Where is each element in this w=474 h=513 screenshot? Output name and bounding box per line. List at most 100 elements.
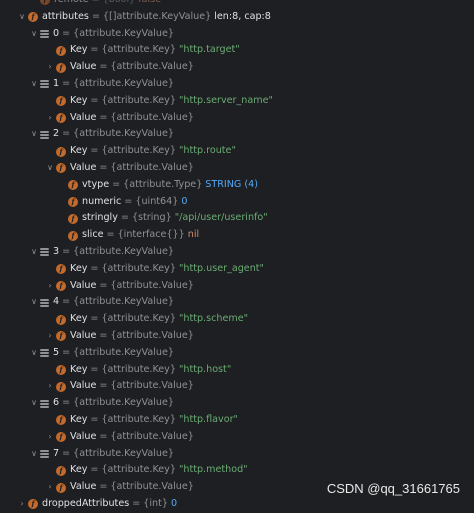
field-icon: f (56, 381, 66, 392)
field-icon: f (40, 0, 50, 6)
tree-row[interactable]: › f Value = {attribute.Value} (0, 110, 474, 127)
equals-sign: = (62, 397, 71, 409)
tree-row[interactable]: › f Value = {attribute.Value} (0, 278, 474, 295)
tree-row[interactable]: ∨ f Value = {attribute.Value} (0, 160, 474, 177)
variable-type: {attribute.Key} (101, 363, 176, 375)
chevron-down-icon[interactable]: ∨ (28, 26, 40, 43)
tree-row[interactable]: › f Value = {attribute.Value} (0, 378, 474, 395)
tree-row[interactable]: f Key = {attribute.Key} "http.route" (0, 143, 474, 160)
field-icon: f (68, 196, 78, 207)
equals-sign: = (99, 161, 108, 173)
chevron-right-icon[interactable]: › (44, 59, 56, 76)
tree-row[interactable]: f Key = {attribute.Key} "http.user_agent" (0, 261, 474, 278)
tree-row[interactable]: f Key = {attribute.Key} "http.scheme" (0, 311, 474, 328)
tree-row[interactable]: f Key = {attribute.Key} "http.host" (0, 362, 474, 379)
chevron-down-icon[interactable]: ∨ (44, 160, 56, 177)
chevron-right-icon[interactable]: › (44, 278, 56, 295)
tree-row[interactable]: f Key = {attribute.Key} "http.server_name" (0, 93, 474, 110)
variable-type: {[]attribute.KeyValue} (102, 10, 212, 22)
chevron-down-icon[interactable]: ∨ (28, 294, 40, 311)
variable-type: {attribute.KeyValue} (73, 27, 174, 39)
variable-name: 3 (53, 245, 60, 257)
variable-value: "http.scheme" (178, 313, 249, 325)
equals-sign: = (99, 279, 108, 291)
chevron-down-icon[interactable]: ∨ (28, 345, 40, 362)
variable-type: {attribute.Value} (110, 111, 194, 123)
variable-type: {attribute.Value} (110, 430, 194, 442)
tree-row[interactable]: ∨ 6 = {attribute.KeyValue} (0, 395, 474, 412)
variable-name: Key (70, 464, 88, 476)
variable-type: {attribute.Value} (110, 329, 194, 341)
tree-row[interactable]: f slice = {interface{}} nil (0, 227, 474, 244)
tree-row[interactable]: › f Value = {attribute.Value} (0, 59, 474, 76)
chevron-right-icon[interactable]: › (44, 429, 56, 446)
equals-sign: = (99, 61, 108, 73)
variable-type: {attribute.Key} (101, 313, 176, 325)
tree-row[interactable]: ∨ 2 = {attribute.KeyValue} (0, 126, 474, 143)
tree-row[interactable]: f vtype = {attribute.Type} STRING (4) (0, 177, 474, 194)
chevron-down-icon[interactable]: ∨ (28, 395, 40, 412)
tree-row[interactable]: › f Value = {attribute.Value} (0, 328, 474, 345)
variable-type: {attribute.Key} (101, 262, 176, 274)
field-icon: f (56, 62, 66, 73)
tree-row[interactable]: ∨ 4 = {attribute.KeyValue} (0, 294, 474, 311)
equals-sign: = (90, 464, 99, 476)
tree-row[interactable]: f numeric = {uint64} 0 (0, 194, 474, 211)
variable-name: attributes (42, 10, 89, 22)
chevron-right-icon[interactable]: › (44, 328, 56, 345)
variable-type: {attribute.Key} (101, 145, 176, 157)
tree-row[interactable]: ∨ 7 = {attribute.KeyValue} (0, 446, 474, 463)
variable-name: Value (70, 380, 97, 392)
variable-type: {attribute.Key} (101, 464, 176, 476)
chevron-down-icon[interactable]: ∨ (28, 244, 40, 261)
field-icon: f (56, 465, 66, 476)
variable-name: 7 (53, 447, 60, 459)
field-icon: f (68, 213, 78, 224)
tree-row[interactable]: f Key = {attribute.Key} "http.flavor" (0, 412, 474, 429)
tree-row[interactable]: f Key = {attribute.Key} "http.target" (0, 42, 474, 59)
tree-row[interactable]: fremote={bool}false (0, 0, 474, 9)
variable-type: {string} (131, 212, 172, 224)
equals-sign: = (112, 178, 121, 190)
list-item-icon (40, 399, 49, 409)
tree-row[interactable]: f Key = {attribute.Key} "http.method" (0, 462, 474, 479)
chevron-down-icon[interactable]: ∨ (28, 126, 40, 143)
field-icon: f (68, 230, 78, 241)
tree-row[interactable]: › f Value = {attribute.Value} (0, 429, 474, 446)
variable-name: 6 (53, 397, 60, 409)
variable-name: Key (70, 413, 88, 425)
equals-sign: = (120, 212, 129, 224)
chevron-down-icon[interactable]: ∨ (28, 76, 40, 93)
field-icon: f (28, 499, 38, 510)
tree-row[interactable]: ∨ 1 = {attribute.KeyValue} (0, 76, 474, 93)
watermark: CSDN @qq_31661765 (326, 481, 460, 496)
chevron-right-icon[interactable]: › (44, 479, 56, 496)
variable-value: nil (187, 229, 200, 241)
tree-row[interactable]: ∨ 0 = {attribute.KeyValue} (0, 26, 474, 43)
tree-row[interactable]: › f droppedAttributes = {int} 0 (0, 496, 474, 513)
equals-sign: = (62, 77, 71, 89)
tree-row[interactable]: ∨ f attributes = {[]attribute.KeyValue} len:8… (0, 9, 474, 26)
equals-sign: = (90, 94, 99, 106)
list-item-icon (40, 130, 49, 140)
variable-name: Value (70, 481, 97, 493)
field-icon: f (56, 482, 66, 493)
tree-row[interactable]: ∨ 5 = {attribute.KeyValue} (0, 345, 474, 362)
variable-type: {uint64} (135, 195, 179, 207)
equals-sign: = (62, 346, 71, 358)
variable-name: vtype (82, 178, 110, 190)
tree-row[interactable]: f stringly = {string} "/api/user/userinfo" (0, 210, 474, 227)
chevron-down-icon[interactable]: ∨ (28, 446, 40, 463)
list-item-icon (40, 247, 49, 257)
variable-value: "http.method" (178, 464, 248, 476)
field-icon: f (56, 432, 66, 443)
chevron-right-icon[interactable]: › (44, 110, 56, 127)
tree-row[interactable]: ∨ 3 = {attribute.KeyValue} (0, 244, 474, 261)
variable-name: Value (70, 61, 97, 73)
variable-name: Key (70, 363, 88, 375)
variable-type: {attribute.Value} (110, 380, 194, 392)
chevron-down-icon[interactable]: ∨ (16, 9, 28, 26)
equals-sign: = (106, 229, 115, 241)
chevron-right-icon[interactable]: › (16, 496, 28, 513)
chevron-right-icon[interactable]: › (44, 378, 56, 395)
